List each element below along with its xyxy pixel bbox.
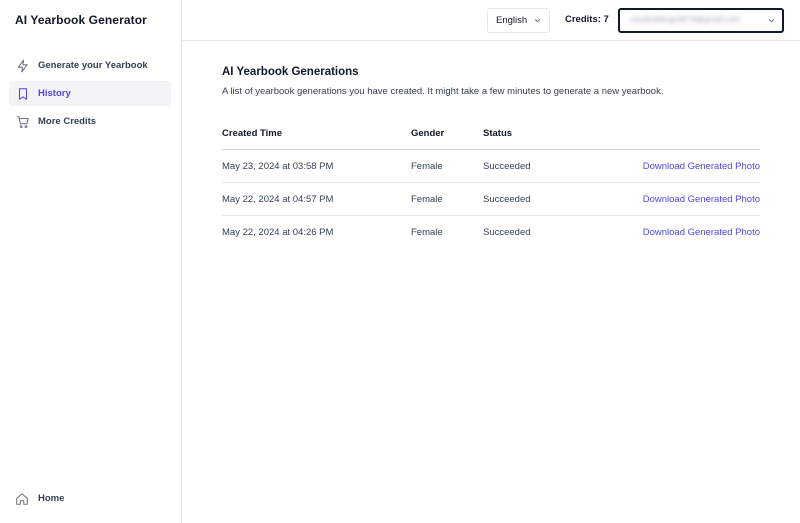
sidebar-item-label: Generate your Yearbook — [38, 60, 148, 71]
download-photo-link[interactable]: Download Generated Photo — [583, 227, 760, 238]
download-photo-link[interactable]: Download Generated Photo — [583, 194, 760, 205]
status-cell: Succeeded — [483, 193, 531, 205]
table-row: May 22, 2024 at 04:57 PM Female Succeede… — [222, 183, 760, 216]
sidebar-item-generate[interactable]: Generate your Yearbook — [9, 53, 171, 78]
cart-icon — [15, 114, 30, 129]
credits-count: Credits: 7 — [565, 14, 609, 25]
column-status: Status — [483, 127, 513, 139]
column-gender: Gender — [411, 127, 445, 139]
account-email: carolinebingo0574@gmail.com — [630, 15, 740, 24]
table-header: Created Time Gender Status — [222, 117, 760, 150]
sidebar-item-history[interactable]: History — [9, 81, 171, 106]
created-time-cell: May 22, 2024 at 04:57 PM — [222, 193, 334, 205]
home-icon — [15, 491, 30, 506]
app-title: AI Yearbook Generator — [15, 13, 147, 27]
sidebar: AI Yearbook Generator Generate your Year… — [0, 0, 182, 523]
gender-cell: Female — [411, 227, 443, 238]
sidebar-item-more-credits[interactable]: More Credits — [9, 109, 171, 134]
page-description: A list of yearbook generations you have … — [222, 86, 664, 97]
top-bar: English Credits: 7 carolinebingo0574@gma… — [182, 0, 800, 41]
account-menu[interactable]: carolinebingo0574@gmail.com — [618, 8, 784, 33]
gender-cell: Female — [411, 193, 443, 205]
sidebar-nav: Generate your Yearbook History More Cred… — [9, 53, 171, 137]
gender-cell: Female — [411, 160, 443, 172]
language-select[interactable]: English — [487, 8, 550, 33]
language-value: English — [496, 15, 528, 26]
bookmark-icon — [15, 86, 30, 101]
column-created-time: Created Time — [222, 127, 283, 139]
sidebar-item-label: More Credits — [38, 116, 97, 127]
created-time-cell: May 23, 2024 at 03:58 PM — [222, 160, 334, 172]
main-header: AI Yearbook Generations A list of yearbo… — [222, 66, 760, 97]
download-photo-link[interactable]: Download Generated Photo — [583, 161, 760, 172]
page-title: AI Yearbook Generations — [222, 66, 359, 78]
table-row: May 23, 2024 at 03:58 PM Female Succeede… — [222, 150, 760, 183]
home-label: Home — [38, 493, 65, 504]
status-cell: Succeeded — [483, 227, 531, 238]
chevron-down-icon — [768, 19, 775, 23]
sidebar-item-label: History — [38, 88, 71, 99]
status-cell: Succeeded — [483, 160, 531, 172]
table-row: May 22, 2024 at 04:26 PM Female Succeede… — [222, 216, 760, 249]
created-time-cell: May 22, 2024 at 04:26 PM — [222, 227, 334, 238]
sidebar-item-home[interactable]: Home — [15, 491, 64, 506]
chevron-down-icon — [534, 19, 541, 23]
generations-table: Created Time Gender Status May 23, 2024 … — [222, 117, 760, 249]
lightning-icon — [15, 58, 30, 73]
